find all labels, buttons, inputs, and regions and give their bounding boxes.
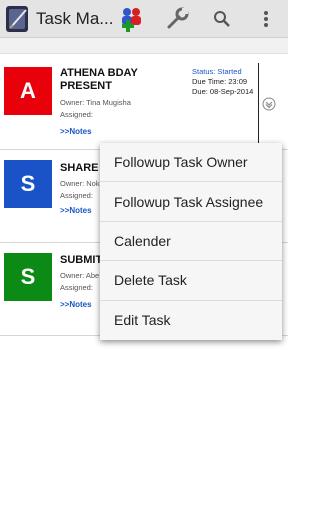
search-icon[interactable] — [208, 5, 236, 33]
task-due-time: Due Time: 23:09 — [192, 77, 248, 86]
task-due-date: Due: 08-Sep-2014 — [192, 87, 254, 96]
task-assigned: Assigned: — [60, 110, 93, 119]
sub-header-bar — [0, 38, 288, 54]
divider — [258, 63, 259, 143]
task-context-menu: Followup Task Owner Followup Task Assign… — [100, 143, 282, 340]
task-notes-link[interactable]: >>Notes — [60, 300, 92, 309]
task-avatar-tile: S — [4, 160, 52, 208]
expand-chevron-icon[interactable] — [262, 97, 276, 111]
task-notes-link[interactable]: >>Notes — [60, 206, 92, 215]
task-avatar-tile: A — [4, 67, 52, 115]
app-bar: Task Ma... — [0, 0, 288, 38]
menu-item-delete-task[interactable]: Delete Task — [100, 261, 282, 301]
task-owner: Owner: Tina Mugisha — [60, 98, 131, 107]
task-assigned: Assigned: — [60, 283, 93, 292]
app-title: Task Ma... — [36, 9, 114, 28]
menu-item-edit-task[interactable]: Edit Task — [100, 301, 282, 340]
add-users-icon[interactable] — [118, 5, 146, 33]
task-owner: Owner: Nok — [60, 179, 100, 188]
task-owner: Owner: Abe — [60, 271, 100, 280]
task-status: Status: Started — [192, 67, 242, 76]
task-avatar-tile: S — [4, 253, 52, 301]
task-assigned: Assigned: — [60, 191, 93, 200]
app-logo-icon[interactable] — [4, 4, 32, 34]
overflow-menu-icon[interactable] — [252, 5, 280, 33]
task-notes-link[interactable]: >>Notes — [60, 127, 92, 136]
task-row[interactable]: A ATHENA BDAY PRESENT Owner: Tina Mugish… — [0, 57, 288, 150]
menu-item-followup-owner[interactable]: Followup Task Owner — [100, 143, 282, 183]
menu-item-calendar[interactable]: Calender — [100, 222, 282, 262]
task-status-block: Status: Started Due Time: 23:09 Due: 08-… — [192, 67, 253, 97]
task-name: ATHENA BDAY PRESENT — [60, 67, 138, 92]
menu-item-followup-assignee[interactable]: Followup Task Assignee — [100, 182, 282, 222]
wrench-icon[interactable] — [164, 5, 192, 33]
